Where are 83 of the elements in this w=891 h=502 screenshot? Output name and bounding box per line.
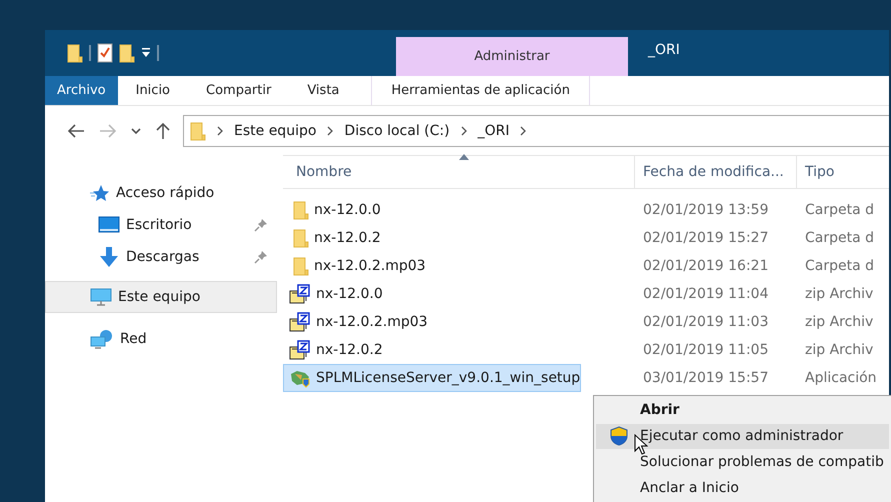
zip-folder-icon — [289, 284, 311, 304]
dropdown-icon[interactable] — [141, 47, 151, 59]
date-cell-text: 02/01/2019 11:04 — [642, 284, 770, 304]
ribbon-tab[interactable]: Herramientas de aplicación — [371, 76, 590, 105]
installer-icon — [289, 368, 311, 388]
column-header[interactable]: Tipo — [797, 156, 889, 188]
back-button[interactable] — [65, 124, 87, 138]
file-row[interactable]: nx-12.0.2 — [283, 224, 635, 252]
breadcrumb-link[interactable]: Este equipo — [234, 120, 316, 142]
ribbon-tab[interactable]: Compartir — [188, 76, 290, 105]
file-row[interactable]: SPLMLicenseServer_v9.0.1_win_setup — [283, 364, 582, 392]
nav-item[interactable]: Acceso rápido — [45, 177, 277, 209]
file-name: SPLMLicenseServer_v9.0.1_win_setup — [316, 368, 580, 388]
contextual-tab-group: Administrar — [396, 37, 628, 76]
nav-item-label: Escritorio — [126, 216, 192, 234]
monitor-icon — [90, 288, 112, 306]
chevron-right-icon[interactable] — [326, 126, 334, 136]
shield-icon — [610, 426, 628, 446]
file-name: nx-12.0.0 — [316, 284, 383, 304]
file-row[interactable]: nx-12.0.0 — [283, 196, 635, 224]
date-cell-text: 02/01/2019 13:59 — [642, 200, 770, 220]
chevron-down-icon — [131, 127, 141, 135]
column-header[interactable]: Fecha de modifica... — [635, 156, 797, 188]
desktop-icon — [98, 216, 120, 234]
nav-item-label: Red — [120, 330, 147, 348]
ribbon-tab[interactable]: Inicio — [118, 76, 188, 105]
file-row[interactable]: nx-12.0.2.mp03 — [283, 308, 635, 336]
file-name: nx-12.0.0 — [314, 200, 381, 220]
file-row[interactable]: nx-12.0.0 — [283, 280, 635, 308]
date-cell-text: 02/01/2019 16:21 — [642, 256, 770, 276]
menu-item[interactable]: Ejecutar como administrador — [596, 424, 889, 449]
menu-item[interactable]: Anclar a Inicio — [596, 476, 889, 501]
file-name: nx-12.0.2 — [314, 228, 381, 248]
up-arrow-icon — [155, 122, 171, 140]
type-cell-text: zip Archiv — [804, 312, 874, 332]
file-name: nx-12.0.2 — [316, 340, 383, 360]
recent-locations-button[interactable] — [129, 127, 143, 135]
date-cell-text: 03/01/2019 15:57 — [642, 368, 770, 388]
network-icon — [90, 329, 114, 349]
type-cell-text: Carpeta d — [804, 200, 874, 220]
down-arrow-icon — [98, 246, 120, 268]
breadcrumb-link[interactable]: _ORI — [478, 120, 510, 142]
nav-item[interactable]: Descargas — [45, 241, 277, 273]
nav-item[interactable]: Escritorio — [45, 209, 277, 241]
breadcrumb-link[interactable]: Disco local (C:) — [344, 120, 450, 142]
date-cell-text: 02/01/2019 11:05 — [642, 340, 770, 360]
date-cell-text: 02/01/2019 11:03 — [642, 312, 770, 332]
folder-icon[interactable] — [119, 43, 135, 63]
chevron-right-icon[interactable] — [460, 126, 468, 136]
star-icon — [90, 184, 110, 202]
back-arrow-icon — [67, 124, 85, 138]
menu-item[interactable]: Solucionar problemas de compatib — [596, 450, 889, 475]
type-cell-text: Carpeta d — [804, 228, 874, 248]
chevron-right-icon[interactable] — [216, 126, 224, 136]
file-name: nx-12.0.2.mp03 — [316, 312, 428, 332]
date-cell-text: 02/01/2019 15:27 — [642, 228, 770, 248]
type-cell-text: Carpeta d — [804, 256, 874, 276]
folder-icon — [293, 200, 309, 220]
folder-icon[interactable] — [67, 43, 83, 63]
folder-icon — [293, 256, 309, 276]
nav-item-label: Acceso rápido — [116, 184, 214, 202]
type-cell-text: zip Archiv — [804, 284, 874, 304]
ribbon-tab[interactable]: Archivo — [45, 76, 118, 105]
nav-item[interactable]: Red — [45, 323, 277, 355]
file-name: nx-12.0.2.mp03 — [314, 256, 426, 276]
ribbon-tab[interactable]: Vista — [289, 76, 358, 105]
file-row[interactable]: nx-12.0.2 — [283, 336, 635, 364]
folder-icon — [190, 121, 206, 141]
nav-item[interactable]: Este equipo — [45, 281, 277, 313]
address-bar[interactable]: Este equipo Disco local (C:) _ORI — [183, 115, 889, 147]
file-row[interactable]: nx-12.0.2.mp03 — [283, 252, 635, 280]
menu-item[interactable]: Abrir — [596, 398, 889, 423]
type-cell-text: zip Archiv — [804, 340, 874, 360]
checklist-icon[interactable] — [97, 43, 113, 63]
nav-item-label: Descargas — [126, 248, 200, 266]
window-title: _ORI — [646, 41, 680, 60]
forward-arrow-icon — [99, 124, 117, 138]
nav-item-label: Este equipo — [118, 288, 200, 306]
type-cell-text: Aplicación — [804, 368, 877, 388]
zip-folder-icon — [289, 340, 311, 360]
chevron-right-icon[interactable] — [519, 126, 528, 136]
zip-folder-icon — [289, 312, 311, 332]
folder-icon — [293, 228, 309, 248]
